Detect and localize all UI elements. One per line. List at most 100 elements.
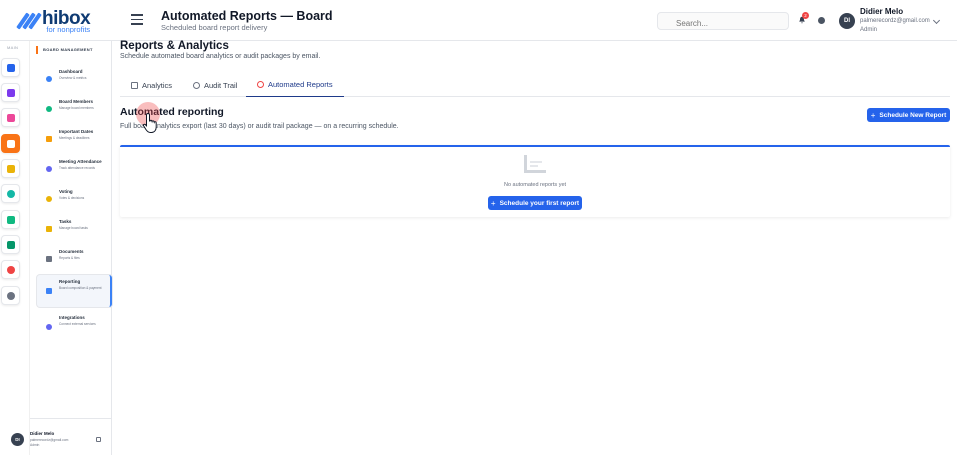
- sidebar-item-desc: Meetings & deadlines: [59, 136, 90, 140]
- sidebar-item-dashboard[interactable]: Dashboard Overview & metrics: [37, 65, 112, 93]
- user-email: palmerecordz@gmail.com: [860, 18, 930, 24]
- sidebar-item-desc: Manage board members: [59, 106, 94, 110]
- rail-board-button[interactable]: [1, 134, 20, 153]
- sidebar-footer: DI Didier Melo palmerecordz@gmail.com Ad…: [11, 418, 112, 455]
- page-subtitle: Schedule automated board analytics or au…: [120, 53, 321, 60]
- rail-people-button[interactable]: [1, 235, 20, 254]
- sidebar-item-tasks[interactable]: Tasks Manage board tasks: [37, 215, 112, 243]
- sidebar-item-desc: Votes & decisions: [59, 196, 85, 200]
- sidebar-item-title: Important Dates: [59, 129, 94, 134]
- sidebar-item-desc: Overview & metrics: [59, 76, 87, 80]
- rail-home-button[interactable]: [1, 58, 20, 77]
- pill-icon: [6, 113, 15, 122]
- header-title: Automated Reports — Board: [161, 9, 333, 23]
- sidebar-item-title: Dashboard: [59, 69, 83, 74]
- sidebar-item-desc: Reports & files: [59, 256, 80, 260]
- sidebar-item-desc: Track attendance records: [59, 166, 96, 170]
- top-header: hibox for nonprofits Automated Reports —…: [0, 0, 957, 41]
- button-label: Schedule New Report: [879, 111, 947, 119]
- sidebar-item-documents[interactable]: Documents Reports & files: [37, 245, 112, 273]
- schedule-new-report-button[interactable]: + Schedule New Report: [867, 108, 950, 122]
- tasks-icon: [46, 226, 52, 232]
- sidebar-item-meeting-attendance[interactable]: Meeting Attendance Track attendance reco…: [37, 155, 112, 183]
- sidebar-item-reporting[interactable]: Reporting Board composition & payment: [37, 275, 112, 307]
- line-chart-icon: [131, 81, 138, 89]
- gear-icon: [6, 291, 15, 300]
- sidebar-item-important-dates[interactable]: Important Dates Meetings & deadlines: [37, 125, 112, 153]
- tab-label: Analytics: [142, 80, 173, 90]
- header-subtitle: Scheduled board report delivery: [161, 23, 268, 32]
- sidebar-section-title: BOARD MANAGEMENT: [36, 46, 93, 54]
- page-title: Reports & Analytics: [120, 40, 229, 52]
- tab-label: Audit Trail: [204, 80, 238, 90]
- tab-label: Automated Reports: [268, 80, 333, 89]
- rail-label: MAIN: [7, 45, 19, 50]
- members-icon: [46, 106, 52, 112]
- board-icon: [6, 139, 15, 148]
- sidebar-item-title: Reporting: [59, 279, 81, 284]
- notification-badge: 2: [802, 12, 809, 19]
- reports-card: No automated reports yet + Schedule your…: [120, 145, 950, 217]
- app-root: hibox for nonprofits Automated Reports —…: [0, 0, 957, 455]
- network-icon: [6, 215, 15, 224]
- vote-icon: [46, 196, 52, 202]
- sidebar-item-title: Meeting Attendance: [59, 159, 102, 164]
- logout-icon[interactable]: [96, 437, 101, 442]
- icon-rail: MAIN: [0, 41, 30, 455]
- chevron-down-icon[interactable]: [932, 16, 941, 25]
- sidebar-item-title: Integrations: [59, 315, 85, 320]
- sidebar-item-desc: Manage board tasks: [59, 226, 88, 230]
- rail-piechart-button[interactable]: [1, 260, 20, 279]
- rail-org-button[interactable]: [1, 83, 20, 102]
- button-label: Schedule your first report: [499, 199, 580, 207]
- rail-circle-button[interactable]: [1, 184, 20, 203]
- footer-user-role: Admin: [30, 443, 40, 447]
- rail-network-button[interactable]: [1, 210, 20, 229]
- search-box: [657, 12, 789, 32]
- pie-chart-icon: [6, 265, 15, 274]
- dashboard-icon: [46, 76, 52, 82]
- people-icon: [6, 240, 15, 249]
- history-icon: [193, 81, 200, 89]
- plus-icon: +: [490, 198, 496, 208]
- sidebar-item-voting[interactable]: Voting Votes & decisions: [37, 185, 112, 213]
- sidebar-item-title: Tasks: [59, 219, 72, 224]
- search-input[interactable]: [658, 15, 788, 32]
- sidebar: BOARD MANAGEMENT Dashboard Overview & me…: [11, 41, 112, 455]
- tab-bar: Analytics Audit Trail Automated Reports: [120, 73, 950, 97]
- rail-settings-button[interactable]: [1, 286, 20, 305]
- sidebar-item-title: Voting: [59, 189, 73, 194]
- hand-cursor-icon: [142, 112, 157, 133]
- user-avatar[interactable]: DI: [839, 13, 855, 29]
- logo-mark-icon: [16, 10, 42, 32]
- sidebar-item-title: Documents: [59, 249, 84, 254]
- sidebar-item-title: Board Members: [59, 99, 94, 104]
- user-name: Didier Melo: [860, 7, 904, 16]
- settings-icon[interactable]: [818, 17, 825, 24]
- tab-audit-trail[interactable]: Audit Trail: [193, 73, 237, 97]
- empty-chart-icon: [524, 155, 546, 173]
- org-chart-icon: [6, 88, 15, 97]
- calendar-icon: [46, 136, 52, 142]
- home-icon: [6, 63, 15, 72]
- footer-user-name: Didier Melo: [30, 431, 55, 436]
- rail-stack-button[interactable]: [1, 159, 20, 178]
- sidebar-item-integrations[interactable]: Integrations Connect external services: [37, 311, 112, 343]
- user-role: Admin: [860, 27, 878, 33]
- stack-icon: [6, 164, 15, 173]
- document-icon: [46, 256, 52, 262]
- rail-pill-button[interactable]: [1, 108, 20, 127]
- section-subtitle: Full board analytics export (last 30 day…: [120, 123, 399, 130]
- logo[interactable]: hibox for nonprofits: [16, 9, 91, 34]
- schedule-first-report-button[interactable]: + Schedule your first report: [488, 196, 582, 210]
- footer-avatar[interactable]: DI: [11, 433, 24, 446]
- menu-toggle-icon[interactable]: [131, 14, 143, 25]
- sidebar-item-desc: Connect external services: [59, 322, 96, 326]
- tab-automated-reports[interactable]: Automated Reports: [246, 73, 344, 97]
- plug-icon: [46, 324, 52, 330]
- attendance-icon: [46, 166, 52, 172]
- sidebar-item-board-members[interactable]: Board Members Manage board members: [37, 95, 112, 123]
- tab-analytics[interactable]: Analytics: [131, 73, 172, 97]
- robot-icon: [257, 81, 264, 88]
- sidebar-item-desc: Board composition & payment: [59, 286, 102, 290]
